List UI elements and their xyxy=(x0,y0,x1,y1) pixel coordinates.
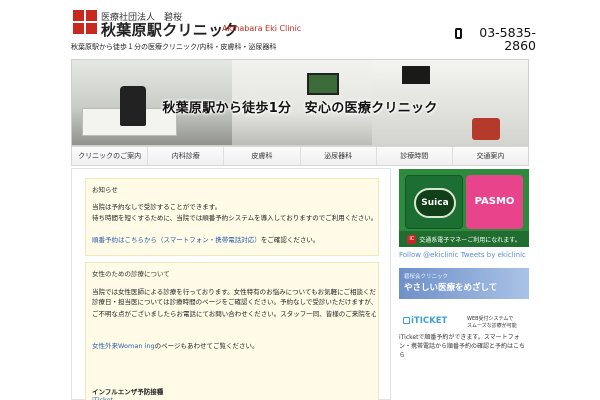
clinic-english-name: Akihabara Eki Clinic xyxy=(222,24,302,33)
main-nav: クリニックのご案内 内科診療 皮膚科 泌尿器科 診療時間 交通案内 xyxy=(71,146,529,166)
iticket-note-2: スムーズな診療が可能 xyxy=(467,323,517,329)
hero-banner: 秋葉原駅から徒歩1分 安心の医療クリニック xyxy=(71,59,529,146)
twitter-tweets-link[interactable]: Tweets by ekiclinic xyxy=(461,251,526,259)
ic-card-banner[interactable]: Suica PASMO IC 交通系電子マネーご利用になれます。 xyxy=(399,169,529,247)
iticket-logo: iTICKET xyxy=(411,316,448,326)
notice-link-line: 順番予約はこちらから（スマートフォン・携帯電話対応）をご確認ください。 xyxy=(92,234,376,244)
pasmo-label: PASMO xyxy=(474,196,515,207)
nav-item-access[interactable]: 交通案内 xyxy=(453,147,528,165)
nav-item-hours[interactable]: 診療時間 xyxy=(377,147,453,165)
hero-red-chair xyxy=(472,118,500,140)
iticket-icon xyxy=(403,317,410,324)
nav-item-internal[interactable]: 内科診療 xyxy=(148,147,225,165)
women-care-line-1: 当院では女性医師による診療を行っております。女性特有のお悩みについてもお気軽にご… xyxy=(92,288,376,296)
clinic-name[interactable]: 秋葉原駅クリニック xyxy=(101,19,239,40)
notice-heading: お知らせ xyxy=(92,186,118,194)
woman-ing-link[interactable]: 女性外来Woman ing xyxy=(92,342,155,350)
iticket-description: iTicketで順番予約ができます。スマートフォン・携帯電話から順番予約の確認と… xyxy=(399,334,526,359)
notice-link-suffix: をご確認ください。 xyxy=(260,236,320,244)
hero-monitor xyxy=(307,73,339,95)
women-care-link-line: 女性外来Woman ingのページもあわせてご覧ください。 xyxy=(92,340,376,350)
site-tagline: 秋葉原駅から徒歩１分の医療クリニック/内科・皮膚科・泌尿器科 xyxy=(71,43,277,51)
group-banner-title: やさしい医療をめざして xyxy=(404,283,498,293)
ic-badge-icon: IC xyxy=(407,234,417,244)
twitter-links: Follow @ekiclinic Tweets by ekiclinic xyxy=(399,251,526,259)
group-banner-subtitle: 碧桜会クリニック xyxy=(404,274,449,280)
ic-card-caption-text: 交通系電子マネーご利用になれます。 xyxy=(419,236,521,244)
suica-ring: Suica xyxy=(414,188,456,218)
notice-card: お知らせ 当院は予約なしで受診することができます。 待ち時間を短くするために、当… xyxy=(85,178,379,256)
women-care-card: 女性のための診療について 当院では女性医師による診療を行っております。女性特有の… xyxy=(85,262,379,400)
phone-line-2: 2860 xyxy=(504,38,536,53)
nav-item-urology[interactable]: 泌尿器科 xyxy=(301,147,377,165)
women-care-line-2: 診療日・担当医については診療時間のページをご確認ください。予約なしで受診いただけ… xyxy=(92,298,376,306)
women-care-heading: 女性のための診療について xyxy=(92,270,170,278)
notice-line-2: 待ち時間を短くするために、当院では順番予約システムを導入しておりますのでご利用く… xyxy=(92,214,376,222)
hero-title: 秋葉原駅から徒歩1分 安心の医療クリニック xyxy=(162,101,438,116)
ic-card-caption: IC 交通系電子マネーご利用になれます。 xyxy=(399,231,529,247)
iticket-banner[interactable]: iTICKET WEB受付システムで スムーズな診療が可能 xyxy=(399,311,529,333)
nav-item-about[interactable]: クリニックのご案内 xyxy=(72,147,149,165)
iticket-note-1: WEB受付システムで xyxy=(467,316,514,322)
ticket-reservation-link[interactable]: 順番予約はこちらから（スマートフォン・携帯電話対応） xyxy=(92,236,261,244)
main-content: お知らせ 当院は予約なしで受診することができます。 待ち時間を短くするために、当… xyxy=(71,168,391,400)
hero-tv xyxy=(402,66,430,84)
iticket-text-link[interactable]: iTicket xyxy=(92,396,152,400)
twitter-follow-link[interactable]: Follow @ekiclinic xyxy=(399,251,458,259)
group-banner[interactable]: 碧桜会クリニック やさしい医療をめざして xyxy=(399,268,529,299)
nav-item-dermatology[interactable]: 皮膚科 xyxy=(224,147,301,165)
suica-logo: Suica xyxy=(405,175,463,229)
phone-number[interactable]: 03-5835- 2860 xyxy=(456,26,536,52)
clinic-logo-mark[interactable] xyxy=(73,10,97,34)
suica-label: Suica xyxy=(421,198,449,208)
pasmo-logo: PASMO xyxy=(466,175,523,229)
women-care-link-suffix: のページもあわせてご覧ください。 xyxy=(154,342,259,350)
notice-line-1: 当院は予約なしで受診することができます。 xyxy=(92,203,222,211)
vaccine-heading: インフルエンザ予防接種 xyxy=(92,388,164,396)
women-care-line-3: ご不明な点がございましたらお電話にてお問い合わせください。スタッフ一同、皆様のご… xyxy=(92,310,376,318)
